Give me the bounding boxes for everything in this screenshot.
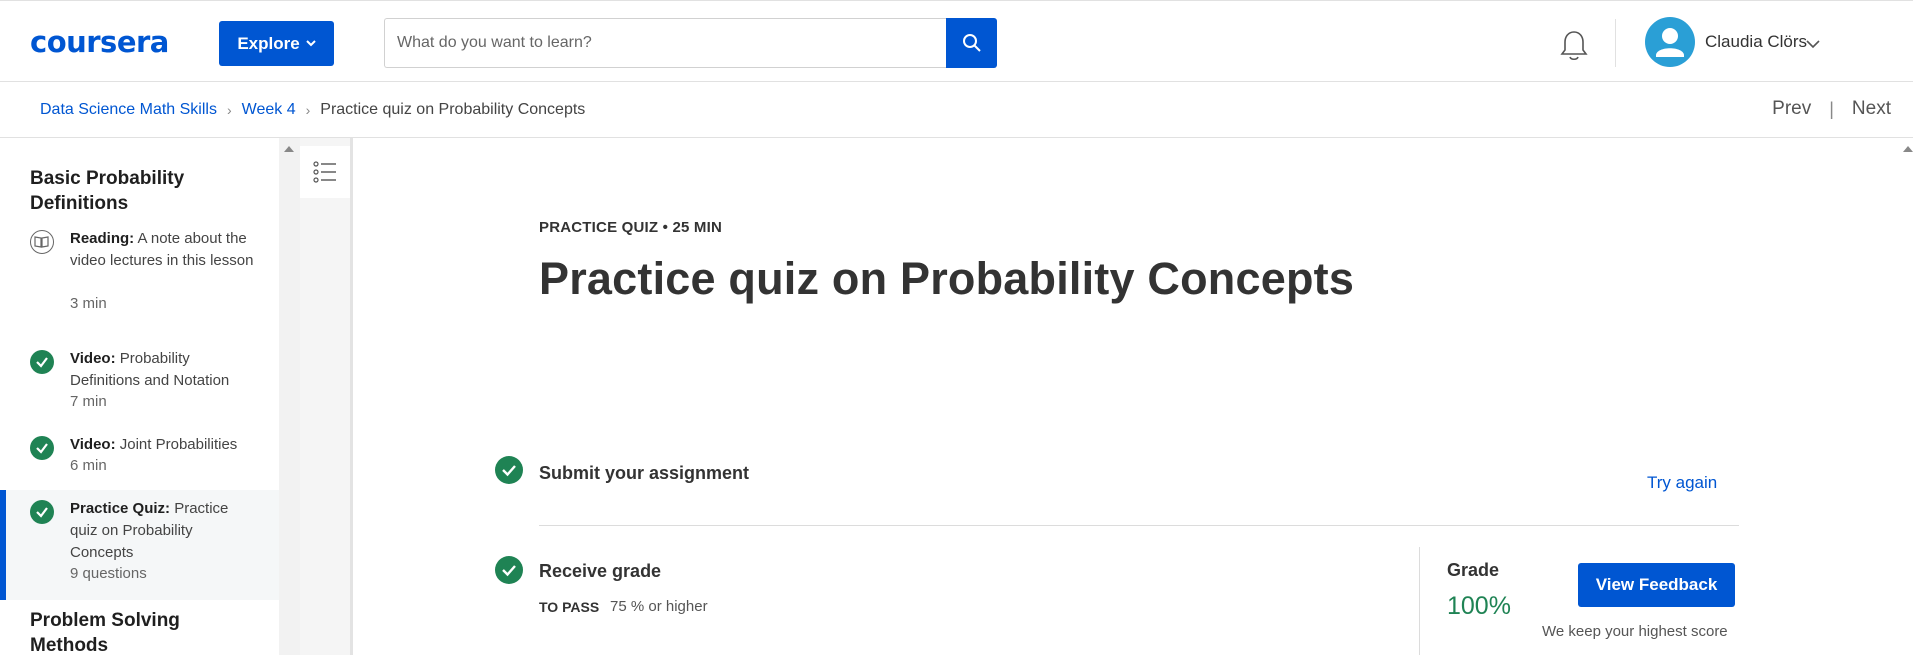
check-circle-icon [30, 500, 54, 524]
avatar[interactable] [1645, 17, 1695, 67]
explore-button[interactable]: Explore [219, 21, 334, 66]
breadcrumb-current: Practice quiz on Probability Concepts [320, 101, 586, 118]
next-link[interactable]: Next [1852, 98, 1891, 120]
check-circle-icon [30, 436, 54, 460]
prev-next-nav: Prev | Next [1772, 98, 1891, 120]
sidebar-item-reading[interactable]: Reading: A note about the video lectures… [0, 228, 279, 314]
sidebar-item-video[interactable]: Video: Joint Probabilities 6 min [0, 434, 279, 476]
sidebar-item-meta: 3 min [70, 295, 107, 312]
sidebar-item-practice-quiz[interactable]: Practice Quiz: Practice quiz on Probabil… [0, 490, 279, 600]
toc-toggle-button[interactable] [300, 146, 350, 198]
step-divider [539, 525, 1739, 526]
search-icon [962, 34, 981, 52]
prev-link[interactable]: Prev [1772, 98, 1811, 120]
sidebar-item-meta: 7 min [70, 393, 107, 410]
check-circle-icon [495, 456, 523, 484]
pass-value: 75 % or higher [610, 598, 708, 615]
chevron-down-icon[interactable] [1806, 36, 1820, 54]
book-icon [30, 230, 54, 254]
sidebar-item-meta: 9 questions [70, 565, 147, 582]
search-input[interactable]: What do you want to learn? [384, 18, 946, 68]
sidebar-item-label: Video: Probability Definitions and Notat… [70, 350, 230, 389]
content-divider [350, 138, 353, 655]
sidebar-item-label: Reading: A note about the video lectures… [70, 230, 254, 269]
item-eyebrow: PRACTICE QUIZ • 25 MIN [539, 219, 723, 236]
scroll-up-icon[interactable] [284, 146, 294, 152]
chevron-down-icon [305, 38, 316, 50]
toc-column [300, 138, 350, 655]
check-circle-icon [30, 350, 54, 374]
sidebar-item-label: Practice Quiz: Practice quiz on Probabil… [70, 500, 229, 561]
view-feedback-button[interactable]: View Feedback [1578, 563, 1735, 607]
active-indicator [0, 490, 6, 600]
list-icon [313, 161, 336, 183]
section-title: Problem Solving Methods [30, 610, 180, 655]
submit-step-title: Submit your assignment [539, 463, 750, 483]
scroll-up-icon[interactable] [1903, 146, 1913, 152]
sidebar-item-meta: 6 min [70, 457, 107, 474]
coursera-logo[interactable]: coursera [30, 25, 169, 59]
grade-value: 100% [1447, 592, 1511, 620]
page-title: Practice quiz on Probability Concepts [539, 253, 1355, 304]
grade-divider [1419, 547, 1420, 655]
user-name[interactable]: Claudia Clörs [1705, 32, 1807, 52]
explore-label: Explore [237, 33, 300, 53]
sidebar-scrollbar[interactable] [279, 138, 300, 655]
sidebar-item-label: Video: Joint Probabilities [70, 436, 238, 453]
nav-divider: | [1829, 98, 1834, 119]
sidebar-item-video[interactable]: Video: Probability Definitions and Notat… [0, 348, 279, 412]
header-divider [1615, 19, 1616, 67]
search-button[interactable] [946, 18, 997, 68]
top-header: coursera Explore What do you want to lea… [0, 0, 1913, 82]
breadcrumb-week-link[interactable]: Week 4 [242, 101, 296, 119]
try-again-link[interactable]: Try again [1647, 473, 1717, 493]
grade-label: Grade [1447, 560, 1500, 580]
receive-grade-title: Receive grade [539, 561, 662, 581]
course-sidebar: Basic Probability Definitions Reading: A… [0, 138, 279, 655]
highest-score-note: We keep your highest score [1542, 623, 1728, 640]
breadcrumb: Data Science Math Skills › Week 4 › Prac… [40, 101, 585, 119]
pass-label: TO PASS [539, 599, 600, 615]
notification-bell-icon[interactable] [1558, 29, 1590, 63]
breadcrumb-course-link[interactable]: Data Science Math Skills [40, 101, 217, 119]
check-circle-icon [495, 556, 523, 584]
chevron-right-icon: › [305, 102, 311, 118]
section-title: Basic Probability Definitions [30, 168, 185, 214]
chevron-right-icon: › [226, 102, 232, 118]
